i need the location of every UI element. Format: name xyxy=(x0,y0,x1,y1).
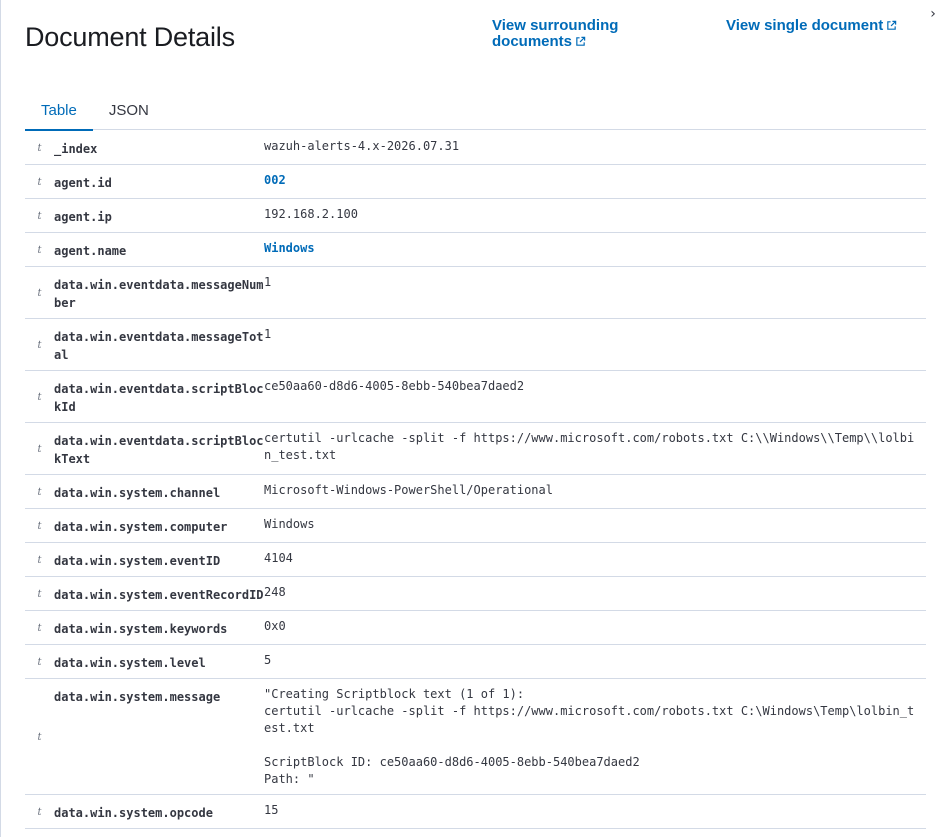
field-value: 0x0 xyxy=(264,619,286,633)
field-type-string-icon: t xyxy=(37,339,42,351)
field-type-string-icon: t xyxy=(37,656,42,668)
field-type-string-icon: t xyxy=(37,142,42,154)
field-name: agent.name xyxy=(54,244,127,258)
field-value: 15 xyxy=(264,803,279,817)
field-type-string-icon: t xyxy=(37,731,42,743)
field-name: data.win.eventdata.scriptBlockText xyxy=(54,434,264,466)
field-name: data.win.eventdata.scriptBlockId xyxy=(54,382,264,414)
field-name: _index xyxy=(54,142,98,156)
view-single-document-label: View single document xyxy=(726,17,884,34)
field-type-string-icon: t xyxy=(37,806,42,818)
field-type-string-icon: t xyxy=(37,588,42,600)
field-value-link[interactable]: 002 xyxy=(264,172,926,192)
table-row: t data.win.system.eventRecordID 248 xyxy=(25,577,926,611)
field-value: certutil -urlcache -split -f https://www… xyxy=(264,431,915,462)
field-type-string-icon: t xyxy=(37,443,42,455)
table-row: t data.win.system.level 5 xyxy=(25,645,926,679)
field-value: "Creating Scriptblock text (1 of 1): cer… xyxy=(264,687,915,786)
table-row: t agent.ip 192.168.2.100 xyxy=(25,199,926,233)
field-type-string-icon: t xyxy=(37,486,42,498)
table-row: t _index wazuh-alerts-4.x-2026.07.31 xyxy=(25,131,926,165)
field-type-string-icon: t xyxy=(37,391,42,403)
table-row: t data.win.system.message "Creating Script… xyxy=(25,679,926,795)
field-name: data.win.system.eventID xyxy=(54,554,221,568)
table-row: t data.win.eventdata.messageNumber 1 xyxy=(25,267,926,319)
page-title: Document Details xyxy=(25,22,235,52)
field-name: data.win.system.opcode xyxy=(54,806,213,820)
field-value-link[interactable]: Windows xyxy=(264,240,926,260)
field-name: data.win.system.channel xyxy=(54,486,221,500)
external-link-icon xyxy=(887,20,897,30)
view-single-document-link[interactable]: View single document xyxy=(726,18,897,34)
field-value: 248 xyxy=(264,585,286,599)
field-name: agent.id xyxy=(54,176,112,190)
table-row: t data.win.system.channel Microsoft-Window… xyxy=(25,475,926,509)
field-type-string-icon: t xyxy=(37,520,42,532)
table-row: tdata.win.system.processID14352 xyxy=(25,829,926,837)
tab-json[interactable]: JSON xyxy=(93,90,165,130)
field-type-string-icon: t xyxy=(37,210,42,222)
tab-table[interactable]: Table xyxy=(25,90,93,131)
field-name: data.win.eventdata.messageNumber xyxy=(54,278,264,310)
field-type-string-icon: t xyxy=(37,287,42,299)
table-row: t data.win.eventdata.scriptBlockId ce50aa6… xyxy=(25,371,926,423)
table-row: t data.win.system.opcode 15 xyxy=(25,795,926,829)
field-name: data.win.system.keywords xyxy=(54,622,228,636)
field-value: ce50aa60-d8d6-4005-8ebb-540bea7daed2 xyxy=(264,379,525,393)
view-surrounding-documents-link[interactable]: View surrounding documents xyxy=(492,18,642,50)
field-name: agent.ip xyxy=(54,210,112,224)
field-type-string-icon: t xyxy=(37,244,42,256)
details-tabs: Table JSON xyxy=(25,90,926,131)
table-row: t data.win.eventdata.messageTotal 1 xyxy=(25,319,926,371)
field-name: data.win.system.eventRecordID xyxy=(54,588,264,602)
table-row: t agent.id 002 xyxy=(25,165,926,199)
field-type-string-icon: t xyxy=(37,176,42,188)
field-name: data.win.eventdata.messageTotal xyxy=(54,330,264,362)
field-value: 5 xyxy=(264,653,272,667)
field-name: data.win.system.computer xyxy=(54,520,228,534)
table-row: t data.win.eventdata.scriptBlockText certu… xyxy=(25,423,926,475)
field-value: 1 xyxy=(264,275,272,289)
field-name: data.win.system.message xyxy=(54,690,221,704)
field-name: data.win.system.level xyxy=(54,656,206,670)
field-value: 4104 xyxy=(264,551,293,565)
table-row: t data.win.system.eventID 4104 xyxy=(25,543,926,577)
field-value: 192.168.2.100 xyxy=(264,207,358,221)
field-value: wazuh-alerts-4.x-2026.07.31 xyxy=(264,139,460,153)
flyout-left-border xyxy=(0,0,1,837)
field-type-string-icon: t xyxy=(37,622,42,634)
field-value: 1 xyxy=(264,327,272,341)
field-value: Microsoft-Windows-PowerShell/Operational xyxy=(264,483,553,497)
view-surrounding-documents-label: View surrounding documents xyxy=(492,17,619,50)
field-type-string-icon: t xyxy=(37,554,42,566)
table-row: t data.win.system.keywords 0x0 xyxy=(25,611,926,645)
table-row: t data.win.system.computer Windows xyxy=(25,509,926,543)
document-details-header: Document Details View surrounding docume… xyxy=(25,0,925,80)
field-value: Windows xyxy=(264,517,315,531)
external-link-icon xyxy=(576,36,586,46)
table-row: t agent.name Windows xyxy=(25,233,926,267)
document-fields-table: t _index wazuh-alerts-4.x-2026.07.31 t agent… xyxy=(25,131,926,837)
close-flyout-chevron-icon[interactable]: › xyxy=(925,4,941,24)
